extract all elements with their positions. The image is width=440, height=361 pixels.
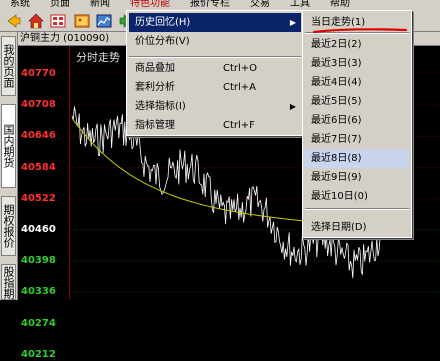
menu-item-history-review[interactable]: 历史回忆(H) ▶ <box>129 13 301 32</box>
submenu-item[interactable]: 最近4日(4) <box>305 73 409 92</box>
price-tick-label: 40336 <box>21 286 56 298</box>
menu-page[interactable]: 页面 <box>40 0 80 10</box>
instrument-title: 沪铜主力 (010090) <box>20 33 110 44</box>
menu-item-arbitrage[interactable]: 套利分析 Ctrl+A <box>129 78 301 97</box>
menu-item-indicator-management[interactable]: 指标管理 Ctrl+F <box>129 116 301 135</box>
submenu-arrow-icon: ▶ <box>289 18 296 27</box>
menu-quotes[interactable]: 报价专栏 <box>180 0 240 10</box>
submenu-item[interactable]: 选择日期(D) <box>305 218 409 237</box>
price-tick-label: 40522 <box>21 192 56 204</box>
price-tick-label: 40460 <box>21 224 56 235</box>
tab-index-futures[interactable]: 股指期货 <box>1 264 16 300</box>
menu-system[interactable]: 系统 <box>0 0 40 10</box>
tab-options-quotes[interactable]: 期权报价 <box>1 196 16 256</box>
history-submenu: 当日走势(1) 最近2日(2) 最近3日(3) 最近4日(4) 最近5日(5) 最近6日(… <box>302 10 412 238</box>
tab-domestic-futures[interactable]: 国内期货 <box>1 104 16 188</box>
menu-separator <box>129 56 301 58</box>
menu-features[interactable]: 特色功能 <box>120 0 180 10</box>
submenu-item[interactable]: 最近7日(7) <box>305 130 409 149</box>
price-tick-label: 40646 <box>21 130 56 142</box>
menu-tools[interactable]: 工具 <box>280 0 320 10</box>
menu-separator <box>305 208 409 210</box>
home-icon[interactable] <box>28 13 44 29</box>
menu-trade[interactable]: 交易 <box>240 0 280 10</box>
menu-item-price-distribution[interactable]: 价位分布(V) <box>129 32 301 51</box>
price-tick-label: 40212 <box>21 348 56 360</box>
price-tick-label: 40398 <box>21 255 56 267</box>
submenu-arrow-icon: ▶ <box>289 102 296 111</box>
menu-item-overlay[interactable]: 商品叠加 Ctrl+O <box>129 59 301 78</box>
annotation-underline <box>312 28 408 34</box>
submenu-item[interactable]: 最近6日(6) <box>305 111 409 130</box>
side-tabs: 我的页面 国内期货 期权报价 股指期货 <box>0 32 18 300</box>
grid-icon[interactable] <box>50 13 66 29</box>
submenu-item[interactable]: 最近10日(0) <box>305 187 409 206</box>
back-arrow-icon[interactable] <box>6 13 22 29</box>
menu-help[interactable]: 帮助 <box>320 0 360 10</box>
submenu-item[interactable]: 最近9日(9) <box>305 168 409 187</box>
chart-icon[interactable] <box>96 13 112 29</box>
submenu-item[interactable]: 最近5日(5) <box>305 92 409 111</box>
submenu-item[interactable]: 最近3日(3) <box>305 54 409 73</box>
price-axis: 40770 40708 40646 40584 40522 40460 40398 40336… <box>18 46 70 360</box>
menu-item-select-indicator[interactable]: 选择指标(I) ▶ <box>129 97 301 116</box>
submenu-item[interactable]: 最近8日(8) <box>305 149 409 168</box>
price-tick-label: 40274 <box>21 317 56 329</box>
menu-bar: 系统 页面 新闻 特色功能 报价专栏 交易 工具 帮助 <box>0 0 440 10</box>
picture-icon[interactable] <box>74 13 90 29</box>
features-menu: 历史回忆(H) ▶ 价位分布(V) 商品叠加 Ctrl+O 套利分析 Ctrl+A 选… <box>126 10 304 136</box>
price-tick-label: 40584 <box>21 161 56 173</box>
menu-news[interactable]: 新闻 <box>80 0 120 10</box>
tab-my-pages[interactable]: 我的页面 <box>1 36 16 96</box>
price-tick-label: 40770 <box>21 68 56 79</box>
price-tick-label: 40708 <box>21 99 56 111</box>
